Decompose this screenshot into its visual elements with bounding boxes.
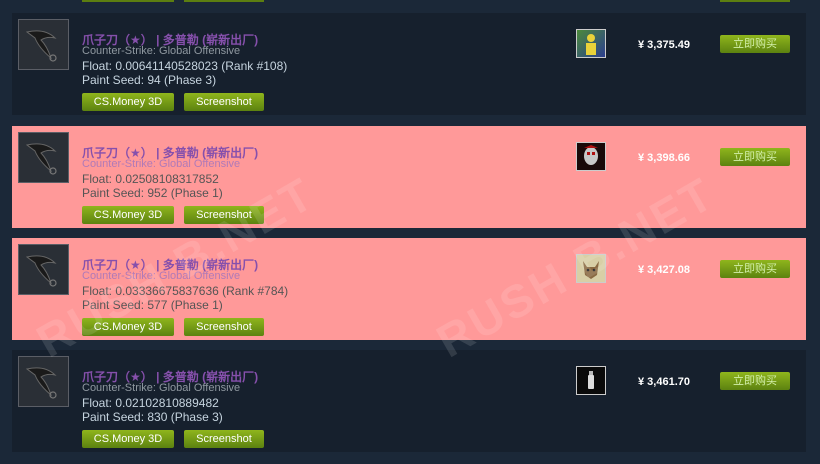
spray-can-icon[interactable] xyxy=(576,366,606,395)
wolf-icon[interactable] xyxy=(576,254,606,283)
red-mask-icon[interactable] xyxy=(576,142,606,171)
screenshot-button[interactable]: Screenshot xyxy=(184,93,264,111)
float-value: Float: 0.02102810889482 xyxy=(82,396,219,410)
screenshot-button[interactable]: Screenshot xyxy=(184,206,264,224)
item-thumbnail[interactable] xyxy=(18,19,69,70)
paint-seed: Paint Seed: 952 (Phase 1) xyxy=(82,186,223,200)
screenshot-button[interactable]: Screenshot xyxy=(184,430,264,448)
listing-row: 爪子刀（★） | 多普勒 (崭新出厂) Counter-Strike: Glob… xyxy=(12,13,806,115)
knife-icon xyxy=(25,143,57,175)
listing-row: 爪子刀（★） | 多普勒 (崭新出厂) Counter-Strike: Glob… xyxy=(12,238,806,340)
float-value: Float: 0.00641140528023 (Rank #108) xyxy=(82,59,288,73)
paint-seed: Paint Seed: 577 (Phase 1) xyxy=(82,298,223,312)
buy-now-button[interactable]: 立即购买 xyxy=(720,35,790,53)
game-name: Counter-Strike: Global Offensive xyxy=(82,45,241,57)
csmoney-3d-button[interactable]: CS.Money 3D xyxy=(82,206,174,224)
price: ¥ 3,461.70 xyxy=(638,376,690,388)
listing-row: 爪子刀（★） | 多普勒 (崭新出厂) Counter-Strike: Glob… xyxy=(12,350,806,452)
price: ¥ 3,427.08 xyxy=(638,264,690,276)
game-name: Counter-Strike: Global Offensive xyxy=(82,270,241,282)
knife-icon xyxy=(25,367,57,399)
knife-icon xyxy=(25,30,57,62)
yellow-character-icon[interactable] xyxy=(576,29,606,58)
previous-listing-stub xyxy=(0,0,820,6)
float-value: Float: 0.03336675837636 (Rank #784) xyxy=(82,284,289,298)
stub-button xyxy=(184,0,264,2)
listing-row: 爪子刀（★） | 多普勒 (崭新出厂) Counter-Strike: Glob… xyxy=(12,126,806,228)
item-thumbnail[interactable] xyxy=(18,132,69,183)
screenshot-button[interactable]: Screenshot xyxy=(184,318,264,336)
buy-now-button[interactable]: 立即购买 xyxy=(720,372,790,390)
price: ¥ 3,375.49 xyxy=(638,39,690,51)
game-name: Counter-Strike: Global Offensive xyxy=(82,382,241,394)
item-thumbnail[interactable] xyxy=(18,356,69,407)
csmoney-3d-button[interactable]: CS.Money 3D xyxy=(82,93,174,111)
float-value: Float: 0.02508108317852 xyxy=(82,172,219,186)
buy-now-button[interactable]: 立即购买 xyxy=(720,148,790,166)
knife-icon xyxy=(25,255,57,287)
price: ¥ 3,398.66 xyxy=(638,152,690,164)
stub-button xyxy=(720,0,790,2)
csmoney-3d-button[interactable]: CS.Money 3D xyxy=(82,430,174,448)
paint-seed: Paint Seed: 94 (Phase 3) xyxy=(82,73,217,87)
paint-seed: Paint Seed: 830 (Phase 3) xyxy=(82,410,223,424)
buy-now-button[interactable]: 立即购买 xyxy=(720,260,790,278)
csmoney-3d-button[interactable]: CS.Money 3D xyxy=(82,318,174,336)
item-thumbnail[interactable] xyxy=(18,244,69,295)
stub-button xyxy=(82,0,174,2)
game-name: Counter-Strike: Global Offensive xyxy=(82,158,241,170)
